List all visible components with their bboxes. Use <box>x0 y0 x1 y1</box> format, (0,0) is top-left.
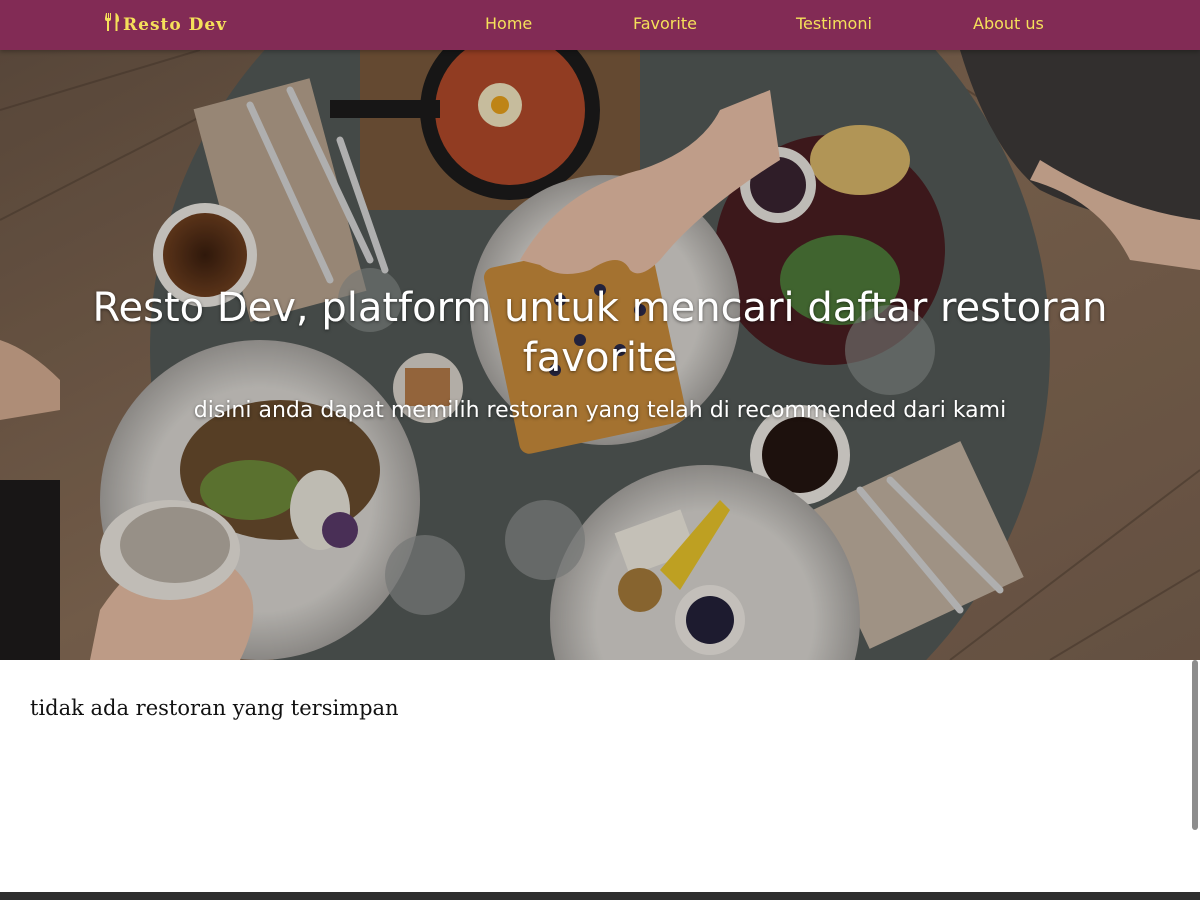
favorite-content: tidak ada restoran yang tersimpan <box>0 660 1190 892</box>
hero-section: Resto Dev, platform untuk mencari daftar… <box>0 50 1200 660</box>
nav-link-favorite[interactable]: Favorite <box>633 14 697 33</box>
hero-subtitle: disini anda dapat memilih restoran yang … <box>193 398 1007 423</box>
nav-link-about-us[interactable]: About us <box>973 14 1044 33</box>
hero-title: Resto Dev, platform untuk mencari daftar… <box>92 285 1108 381</box>
footer <box>0 892 1200 900</box>
navbar: Resto Dev Home Favorite Testimoni About … <box>0 0 1200 50</box>
nav-menu: Home Favorite Testimoni About us <box>0 0 1200 50</box>
scrollbar[interactable] <box>1190 660 1200 892</box>
nav-link-home[interactable]: Home <box>485 14 532 33</box>
nav-link-testimoni[interactable]: Testimoni <box>796 14 872 33</box>
empty-favorite-message: tidak ada restoran yang tersimpan <box>30 696 399 720</box>
scrollbar-thumb[interactable] <box>1192 660 1198 830</box>
